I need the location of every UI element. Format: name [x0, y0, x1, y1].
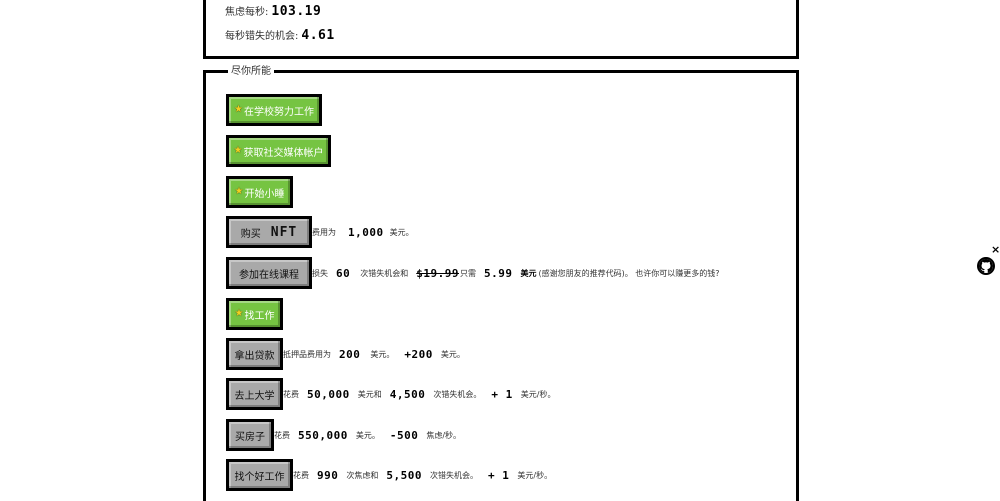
- loan-description: 抵押品费用为 200 美元。 +200 美元。: [283, 347, 465, 361]
- star-icon: ★: [234, 308, 244, 319]
- star-icon: ★: [234, 104, 243, 115]
- go-college-button[interactable]: 去上大学: [226, 378, 283, 410]
- social-account-row: ★ 获取社交媒体帐户: [226, 135, 331, 167]
- nap-button[interactable]: ★ 开始小睡: [226, 176, 293, 208]
- work-school-button[interactable]: ★ 在学校努力工作: [226, 94, 322, 126]
- good-job-button[interactable]: 找个好工作: [226, 459, 293, 491]
- close-icon[interactable]: ×: [991, 243, 1000, 256]
- loan-row: 拿出贷款 抵押品费用为 200 美元。 +200 美元。: [226, 338, 465, 370]
- missed-opportunity-stat: 每秒错失的机会: 4.61: [225, 27, 335, 43]
- github-icon[interactable]: [977, 257, 995, 275]
- star-icon: ★: [233, 145, 243, 156]
- missed-opportunity-label: 每秒错失的机会:: [225, 31, 299, 42]
- actions-panel: 尽你所能 ★ 在学校努力工作 ★ 获取社交媒体帐户 ★ 开始小睡 购买 NFT …: [203, 65, 799, 501]
- course-description: 损失 60 次错失机会和 $19.99 只需 5.99 美元 (感谢您朋友的推荐…: [312, 266, 720, 280]
- star-icon: ★: [234, 186, 244, 197]
- college-description: 花费 50,000 美元和 4,500 次错失机会。 + 1 美元/秒。: [283, 387, 556, 401]
- work-school-row: ★ 在学校努力工作: [226, 94, 322, 126]
- good-job-row: 找个好工作 花费 990 次焦虑和 5,500 次错失机会。 + 1 美元/秒。: [226, 459, 552, 491]
- buy-house-button[interactable]: 买房子: [226, 419, 274, 451]
- college-row: 去上大学 花费 50,000 美元和 4,500 次错失机会。 + 1 美元/秒…: [226, 378, 555, 410]
- actions-legend: 尽你所能: [228, 65, 274, 79]
- house-description: 花费 550,000 美元。 -500 焦虑/秒。: [274, 428, 462, 442]
- find-job-row: ★ 找工作: [226, 298, 283, 330]
- course-row: 参加在线课程 损失 60 次错失机会和 $19.99 只需 5.99 美元 (感…: [226, 257, 720, 289]
- stats-panel: 焦虑每秒: 103.19 每秒错失的机会: 4.61: [203, 0, 799, 59]
- buy-nft-button[interactable]: 购买 NFT: [226, 216, 312, 248]
- github-icon-glyph: [979, 259, 993, 273]
- online-course-button[interactable]: 参加在线课程: [226, 257, 312, 289]
- anxiety-stat: 焦虑每秒: 103.19: [225, 3, 321, 19]
- nft-description: 费用为 1,000 美元。: [312, 225, 414, 239]
- anxiety-label: 焦虑每秒:: [225, 7, 269, 18]
- nap-row: ★ 开始小睡: [226, 176, 293, 208]
- house-row: 买房子 花费 550,000 美元。 -500 焦虑/秒。: [226, 419, 461, 451]
- take-loan-button[interactable]: 拿出贷款: [226, 338, 283, 370]
- nft-row: 购买 NFT 费用为 1,000 美元。: [226, 216, 414, 248]
- anxiety-value: 103.19: [271, 4, 322, 19]
- missed-opportunity-value: 4.61: [301, 28, 335, 43]
- social-account-button[interactable]: ★ 获取社交媒体帐户: [226, 135, 331, 167]
- find-job-button[interactable]: ★ 找工作: [226, 298, 283, 330]
- good-job-description: 花费 990 次焦虑和 5,500 次错失机会。 + 1 美元/秒。: [293, 468, 553, 482]
